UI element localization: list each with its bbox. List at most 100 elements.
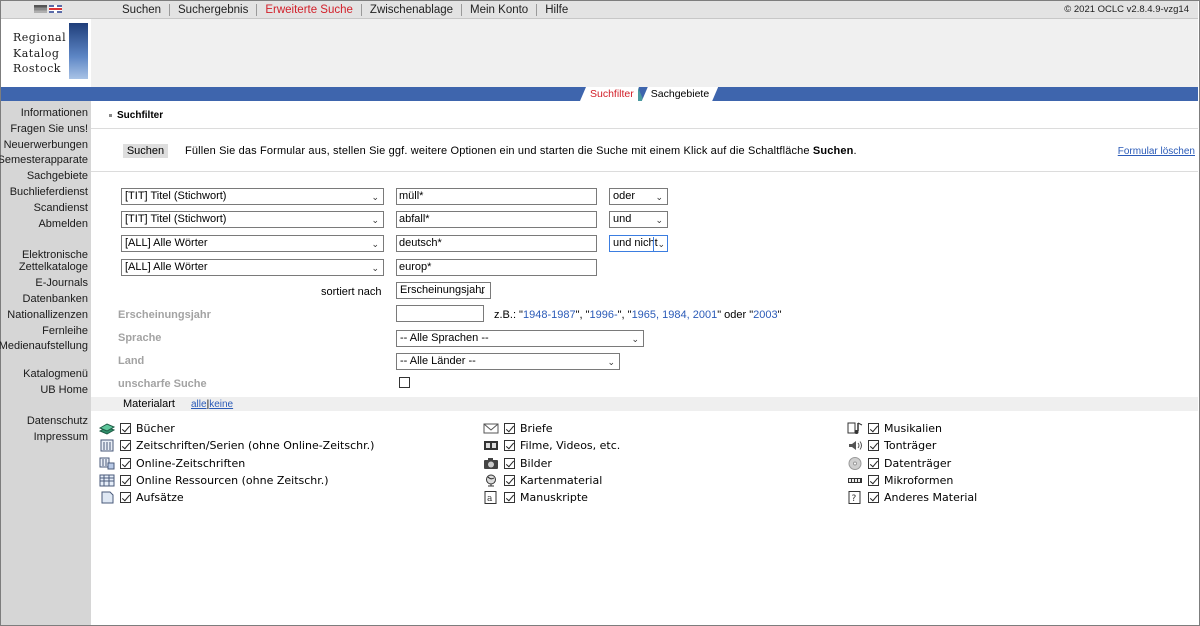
year-input[interactable] bbox=[396, 305, 484, 322]
field-select-4[interactable]: [ALL] Alle Wörter ⌄ bbox=[121, 259, 384, 276]
operator-select-2[interactable]: und ⌄ bbox=[609, 211, 668, 228]
material-checkbox[interactable] bbox=[868, 491, 879, 503]
field-select-1[interactable]: [TIT] Titel (Stichwort) ⌄ bbox=[121, 188, 384, 205]
sidebar-item-ejournals[interactable]: E-Journals bbox=[35, 277, 88, 289]
material-label: Musikalien bbox=[884, 421, 943, 435]
tab-sachgebiete[interactable]: Sachgebiete bbox=[642, 87, 718, 101]
material-filme[interactable]: Filme, Videos, etc. bbox=[483, 437, 620, 453]
material-checkbox[interactable] bbox=[868, 474, 879, 486]
material-zeitschriften[interactable]: Zeitschriften/Serien (ohne Online-Zeitsc… bbox=[99, 437, 374, 453]
menu-mein-konto[interactable]: Mein Konto bbox=[462, 4, 536, 16]
material-label: Bücher bbox=[136, 421, 175, 435]
select-none-link[interactable]: keine bbox=[209, 399, 233, 410]
menu-hilfe[interactable]: Hilfe bbox=[537, 4, 576, 16]
svg-text:a: a bbox=[487, 494, 493, 504]
sidebar-item-scandienst[interactable]: Scandienst bbox=[34, 202, 88, 214]
sidebar-item-medienaufstellung[interactable]: Medienaufstellung bbox=[0, 340, 88, 352]
menu-zwischenablage[interactable]: Zwischenablage bbox=[362, 4, 461, 16]
sidebar-item-datenschutz[interactable]: Datenschutz bbox=[27, 415, 88, 427]
operator-select-1[interactable]: oder ⌄ bbox=[609, 188, 668, 205]
tab-suchfilter[interactable]: Suchfilter bbox=[580, 87, 639, 101]
reset-form-link[interactable]: Formular löschen bbox=[1118, 146, 1195, 157]
language-select[interactable]: -- Alle Sprachen -- ⌄ bbox=[396, 330, 644, 347]
search-button[interactable]: Suchen bbox=[123, 144, 168, 158]
material-manuskripte[interactable]: a Manuskripte bbox=[483, 489, 588, 505]
material-checkbox[interactable] bbox=[868, 422, 879, 434]
menu-erweiterte-suche[interactable]: Erweiterte Suche bbox=[257, 4, 361, 16]
main-content: Suchfilter Suchen Füllen Sie das Formula… bbox=[91, 101, 1198, 625]
field-select-2[interactable]: [TIT] Titel (Stichwort) ⌄ bbox=[121, 211, 384, 228]
material-checkbox[interactable] bbox=[120, 474, 131, 486]
material-bilder[interactable]: Bilder bbox=[483, 455, 552, 471]
sidebar-item-zettelkataloge[interactable]: Zettelkataloge bbox=[19, 261, 88, 273]
material-tontraeger[interactable]: Tonträger bbox=[847, 437, 936, 453]
sidebar-item-impressum[interactable]: Impressum bbox=[34, 431, 88, 443]
menu-suchen[interactable]: Suchen bbox=[114, 4, 169, 16]
chevron-down-icon: ⌄ bbox=[478, 286, 486, 296]
sidebar-item-abmelden[interactable]: Abmelden bbox=[38, 218, 88, 230]
sidebar-item-nationallizenzen[interactable]: Nationallizenzen bbox=[7, 309, 88, 321]
year-label: Erscheinungsjahr bbox=[118, 309, 211, 321]
material-checkbox[interactable] bbox=[120, 491, 131, 503]
material-type-title: Materialart bbox=[123, 398, 175, 410]
material-online-zeitschriften[interactable]: Online-Zeitschriften bbox=[99, 455, 245, 471]
country-select[interactable]: -- Alle Länder -- ⌄ bbox=[396, 353, 620, 370]
field-select-1-value: [TIT] Titel (Stichwort) bbox=[125, 190, 227, 202]
search-term-3[interactable]: deutsch* bbox=[396, 235, 597, 252]
online-journal-icon bbox=[99, 457, 115, 470]
material-briefe[interactable]: Briefe bbox=[483, 420, 553, 436]
select-all-link[interactable]: alle bbox=[191, 399, 207, 410]
language-flags bbox=[34, 5, 62, 14]
sidebar-item-semesterapparate[interactable]: Semesterapparate bbox=[0, 154, 88, 166]
sidebar-item-buchlieferdienst[interactable]: Buchlieferdienst bbox=[10, 186, 88, 198]
chevron-down-icon: ⌄ bbox=[631, 334, 639, 344]
material-checkbox[interactable] bbox=[868, 457, 879, 469]
material-checkbox[interactable] bbox=[504, 491, 515, 503]
sidebar-item-datenbanken[interactable]: Datenbanken bbox=[23, 293, 88, 305]
sidebar-item-fragen[interactable]: Fragen Sie uns! bbox=[10, 123, 88, 135]
material-checkbox[interactable] bbox=[504, 422, 515, 434]
sidebar-item-katalogmenu[interactable]: Katalogmenü bbox=[23, 368, 88, 380]
sidebar-item-sachgebiete[interactable]: Sachgebiete bbox=[27, 170, 88, 182]
fuzzy-search-checkbox[interactable] bbox=[399, 377, 410, 388]
material-checkbox[interactable] bbox=[868, 439, 879, 451]
operator-select-3[interactable]: und nicht ⌄ bbox=[609, 235, 668, 252]
sort-select[interactable]: Erscheinungsjahr ⌄ bbox=[396, 282, 491, 299]
material-anderes[interactable]: ? Anderes Material bbox=[847, 489, 977, 505]
disc-icon bbox=[847, 456, 863, 470]
english-flag-icon[interactable] bbox=[49, 5, 62, 13]
sidebar-item-neuerwerbungen[interactable]: Neuerwerbungen bbox=[4, 139, 88, 151]
german-flag-icon[interactable] bbox=[34, 5, 47, 13]
example-1: 1948-1987 bbox=[522, 309, 576, 321]
material-mikroformen[interactable]: Mikroformen bbox=[847, 472, 953, 488]
microform-icon bbox=[847, 474, 863, 487]
field-select-3[interactable]: [ALL] Alle Wörter ⌄ bbox=[121, 235, 384, 252]
operator-select-1-value: oder bbox=[613, 190, 636, 202]
material-aufsaetze[interactable]: Aufsätze bbox=[99, 489, 184, 505]
example-sep-3: " oder " bbox=[717, 309, 754, 321]
material-buecher[interactable]: Bücher bbox=[99, 420, 175, 436]
material-checkbox[interactable] bbox=[120, 439, 131, 451]
material-checkbox[interactable] bbox=[504, 474, 515, 486]
search-term-1[interactable]: müll* bbox=[396, 188, 597, 205]
material-musikalien[interactable]: Musikalien bbox=[847, 420, 942, 436]
material-checkbox[interactable] bbox=[504, 457, 515, 469]
sidebar-item-fernleihe[interactable]: Fernleihe bbox=[42, 325, 88, 337]
material-checkbox[interactable] bbox=[120, 457, 131, 469]
material-online-ressourcen[interactable]: Online Ressourcen (ohne Zeitschr.) bbox=[99, 472, 329, 488]
logo[interactable]: Regional Katalog Rostock bbox=[1, 19, 91, 87]
sidebar-item-ub-home[interactable]: UB Home bbox=[40, 384, 88, 396]
sidebar-item-elektronische[interactable]: Elektronische bbox=[22, 249, 88, 261]
material-datentraeger[interactable]: Datenträger bbox=[847, 455, 951, 471]
search-term-4[interactable]: europ* bbox=[396, 259, 597, 276]
search-term-2[interactable]: abfall* bbox=[396, 211, 597, 228]
sidebar-item-informationen[interactable]: Informationen bbox=[21, 107, 88, 119]
example-3: 1965, 1984, 2001 bbox=[631, 309, 718, 321]
chevron-down-icon: ⌄ bbox=[655, 215, 663, 225]
material-checkbox[interactable] bbox=[504, 439, 515, 451]
material-kartenmaterial[interactable]: Kartenmaterial bbox=[483, 472, 602, 488]
material-checkbox[interactable] bbox=[120, 422, 131, 434]
chevron-down-icon: ⌄ bbox=[607, 357, 615, 367]
material-label: Kartenmaterial bbox=[520, 473, 603, 487]
menu-suchergebnis[interactable]: Suchergebnis bbox=[170, 4, 256, 16]
